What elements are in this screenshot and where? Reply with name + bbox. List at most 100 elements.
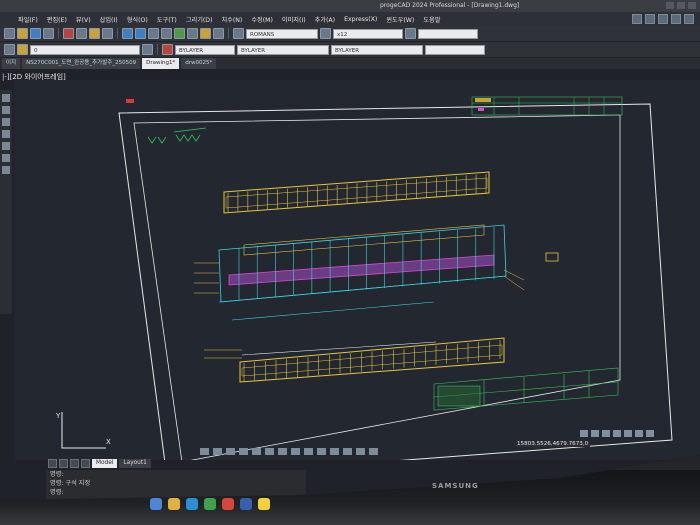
print-icon[interactable] (43, 28, 54, 39)
pan-icon[interactable] (148, 28, 159, 39)
menu-draw[interactable]: 그리기(D) (186, 15, 213, 24)
lineweight-icon[interactable] (278, 448, 287, 455)
app-icon-3[interactable] (658, 14, 668, 24)
pan-realtime-icon[interactable] (591, 430, 599, 437)
layer-manager-icon[interactable] (4, 44, 15, 55)
workspace-icon[interactable] (356, 448, 365, 455)
menu-file[interactable]: 파일(F) (18, 15, 38, 24)
layer-icon[interactable] (613, 430, 621, 437)
last-tab-icon[interactable] (81, 458, 90, 468)
tab-layout1[interactable]: Layout1 (119, 458, 151, 468)
close-icon[interactable] (688, 2, 696, 9)
match-properties-icon[interactable] (102, 28, 113, 39)
line-tool-icon[interactable] (2, 94, 10, 102)
prev-tab-icon[interactable] (59, 458, 68, 468)
app-icon-2[interactable] (645, 14, 655, 24)
menu-view[interactable]: 뷰(V) (76, 15, 91, 24)
outlook-icon[interactable] (240, 498, 252, 510)
text-tool-icon[interactable] (2, 166, 10, 174)
app-icon-5[interactable] (684, 14, 694, 24)
color-combo[interactable]: BYLAYER (175, 44, 235, 55)
menu-edit[interactable]: 편집(E) (47, 15, 67, 24)
zoom-window-icon[interactable] (174, 28, 185, 39)
otrack-icon[interactable] (265, 448, 274, 455)
menu-add[interactable]: 추가(A) (315, 15, 335, 24)
polyline-tool-icon[interactable] (2, 106, 10, 114)
scale-combo[interactable]: x12 (333, 28, 403, 39)
selection-icon[interactable] (330, 448, 339, 455)
menu-insert[interactable]: 삽입(I) (100, 15, 118, 24)
design-center-icon[interactable] (200, 28, 211, 39)
model-icon[interactable] (291, 448, 300, 455)
next-tab-icon[interactable] (70, 458, 79, 468)
linetype-combo[interactable]: BYLAYER (237, 44, 329, 55)
progecad-icon[interactable] (222, 498, 234, 510)
new-icon[interactable] (4, 28, 15, 39)
plot-style-combo[interactable] (425, 44, 485, 55)
menu-tools[interactable]: 도구(T) (157, 15, 177, 24)
polar-icon[interactable] (239, 448, 248, 455)
lock-icon[interactable] (369, 448, 378, 455)
fullscreen-icon[interactable] (635, 430, 643, 437)
menu-dimension[interactable]: 치수(N) (221, 15, 242, 24)
open-icon[interactable] (17, 28, 28, 39)
zoom-extents-icon[interactable] (580, 430, 588, 437)
app-icon-1[interactable] (632, 14, 642, 24)
menu-help[interactable]: 도움말 (423, 15, 440, 24)
help-icon[interactable] (213, 28, 224, 39)
settings-icon[interactable] (624, 430, 632, 437)
text-style-icon[interactable] (233, 28, 244, 39)
menu-format[interactable]: 형식(O) (127, 15, 148, 24)
annotation-icon[interactable] (343, 448, 352, 455)
grid-icon[interactable] (213, 448, 222, 455)
file-explorer-icon[interactable] (150, 498, 162, 510)
hatch-tool-icon[interactable] (2, 154, 10, 162)
properties-icon[interactable] (187, 28, 198, 39)
arc-tool-icon[interactable] (2, 130, 10, 138)
viewport-icon[interactable] (602, 430, 610, 437)
save-icon[interactable] (30, 28, 41, 39)
tab-model[interactable]: Model (92, 458, 118, 468)
kakaotalk-icon[interactable] (258, 498, 270, 510)
app-icon-4[interactable] (671, 14, 681, 24)
dim-style-icon[interactable] (320, 28, 331, 39)
minimize-icon[interactable] (666, 2, 674, 9)
tab-doc-2[interactable]: Drawing1* (142, 58, 180, 69)
osnap-icon[interactable] (252, 448, 261, 455)
rectangle-tool-icon[interactable] (2, 142, 10, 150)
multileader-style-combo[interactable] (418, 28, 478, 39)
menu-express[interactable]: Express(X) (344, 16, 377, 23)
snap-icon[interactable] (200, 448, 209, 455)
undo-icon[interactable] (122, 28, 133, 39)
clean-screen-icon[interactable] (646, 430, 654, 437)
text-style-combo[interactable]: ROMANS (246, 28, 318, 39)
menu-image[interactable]: 이미지(I) (282, 15, 306, 24)
circle-tool-icon[interactable] (2, 118, 10, 126)
cut-icon[interactable] (63, 28, 74, 39)
quick-props-icon[interactable] (317, 448, 326, 455)
table-style-icon[interactable] (405, 28, 416, 39)
menu-modify[interactable]: 수정(M) (251, 15, 273, 24)
tab-doc-3[interactable]: drw0025* (181, 58, 217, 69)
tab-doc-0[interactable]: 이지 (2, 58, 21, 69)
maximize-icon[interactable] (677, 2, 685, 9)
tab-doc-1[interactable]: NS270C001_도면_완공용_추가발주_250509 (22, 58, 141, 69)
layer-combo[interactable]: 0 (30, 44, 140, 55)
edge-icon[interactable] (186, 498, 198, 510)
folder-icon[interactable] (168, 498, 180, 510)
make-current-icon[interactable] (142, 44, 153, 55)
tablet-icon[interactable] (304, 448, 313, 455)
zoom-icon[interactable] (161, 28, 172, 39)
drawing-svg[interactable] (14, 80, 700, 460)
ortho-icon[interactable] (226, 448, 235, 455)
paste-icon[interactable] (89, 28, 100, 39)
chrome-icon[interactable] (204, 498, 216, 510)
redo-icon[interactable] (135, 28, 146, 39)
drawing-canvas[interactable]: Y X (14, 80, 700, 460)
menu-window[interactable]: 윈도우(W) (386, 15, 414, 24)
copy-icon[interactable] (76, 28, 87, 39)
viewport-label[interactable]: |-][2D 와이어프레임] (2, 72, 66, 82)
layer-state-icon[interactable] (17, 44, 28, 55)
first-tab-icon[interactable] (48, 458, 57, 468)
lineweight-combo[interactable]: BYLAYER (331, 44, 423, 55)
